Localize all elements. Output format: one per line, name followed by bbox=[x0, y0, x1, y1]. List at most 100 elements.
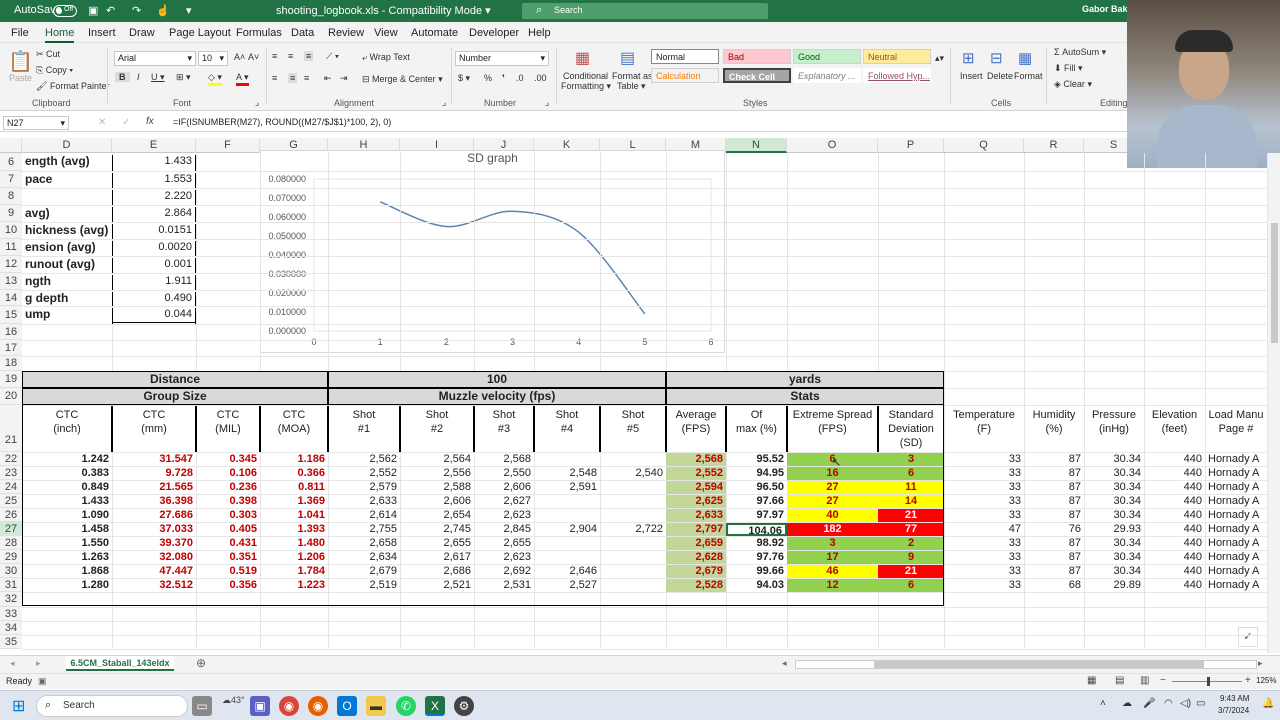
formula-input[interactable]: =IF(ISNUMBER(M27), ROUND((M27/$J$1)*100,… bbox=[173, 117, 391, 127]
data-cell[interactable]: 0.345 bbox=[196, 453, 260, 466]
data-cell[interactable]: 2,628 bbox=[666, 551, 726, 564]
data-cell[interactable]: Hornady A bbox=[1205, 467, 1267, 480]
redo-icon[interactable]: ↷ bbox=[132, 4, 141, 17]
active-cell[interactable]: 104.06 bbox=[726, 523, 787, 536]
data-cell[interactable]: 2,606 bbox=[474, 481, 534, 494]
data-cell[interactable]: 440 bbox=[1144, 551, 1205, 564]
data-cell[interactable]: 30.34 bbox=[1084, 453, 1144, 466]
windows-start-icon[interactable]: ⊞ bbox=[12, 696, 25, 716]
data-cell[interactable]: 2,797 bbox=[666, 523, 726, 536]
data-cell[interactable]: 2,552 bbox=[328, 467, 400, 480]
row-header-27[interactable]: 27 bbox=[0, 522, 22, 536]
tab-view[interactable]: View bbox=[374, 27, 398, 39]
data-cell[interactable]: 30.34 bbox=[1084, 551, 1144, 564]
data-cell[interactable]: 2,655 bbox=[400, 537, 474, 550]
chrome-icon[interactable]: ◉ bbox=[279, 696, 299, 716]
decrease-font-icon[interactable]: A˅ bbox=[248, 52, 259, 62]
data-cell[interactable]: 2,654 bbox=[400, 509, 474, 522]
data-cell[interactable]: Hornady A bbox=[1205, 509, 1267, 522]
data-cell[interactable]: 2,679 bbox=[328, 565, 400, 578]
data-cell[interactable]: 0.351 bbox=[196, 551, 260, 564]
data-cell[interactable]: 1.784 bbox=[260, 565, 328, 578]
data-cell[interactable] bbox=[600, 565, 666, 578]
insert-cells-icon[interactable]: ⊞ bbox=[962, 49, 975, 67]
data-cell[interactable]: 0.106 bbox=[196, 467, 260, 480]
whatsapp-icon[interactable]: ✆ bbox=[396, 696, 416, 716]
data-cell[interactable]: 1.369 bbox=[260, 495, 328, 508]
row-header-30[interactable]: 30 bbox=[0, 564, 22, 578]
data-cell[interactable]: 21 bbox=[878, 509, 944, 522]
data-cell[interactable]: 95.52 bbox=[726, 453, 787, 466]
data-cell[interactable]: 29.93 bbox=[1084, 523, 1144, 536]
column-label[interactable]: Pressure (inHg) bbox=[1084, 406, 1144, 452]
data-cell[interactable]: 2,591 bbox=[534, 481, 600, 494]
sheet-tab-active[interactable]: 6.5CM_Staball_143eldx bbox=[66, 656, 174, 671]
data-cell[interactable]: 2,606 bbox=[400, 495, 474, 508]
decrease-decimal-icon[interactable]: .00 bbox=[534, 73, 547, 83]
summary-label[interactable]: avg) bbox=[22, 207, 112, 222]
data-cell[interactable]: 0.383 bbox=[22, 467, 112, 480]
data-cell[interactable]: 31.547 bbox=[112, 453, 196, 466]
row-header-21[interactable]: 21 bbox=[0, 405, 22, 452]
column-label[interactable]: Shot #3 bbox=[474, 406, 534, 452]
data-cell[interactable]: 0.849 bbox=[22, 481, 112, 494]
column-label[interactable]: Elevation (feet) bbox=[1144, 406, 1205, 452]
data-cell[interactable]: 2,627 bbox=[474, 495, 534, 508]
data-cell[interactable]: 30.34 bbox=[1084, 467, 1144, 480]
data-cell[interactable]: 2,745 bbox=[400, 523, 474, 536]
add-sheet-icon[interactable]: ⊕ bbox=[196, 656, 206, 670]
weather-icon[interactable]: ☁43° bbox=[222, 695, 245, 706]
vertical-scrollbar[interactable] bbox=[1267, 153, 1280, 653]
orientation-icon[interactable]: ⟋ ▾ bbox=[326, 51, 339, 62]
data-cell[interactable]: 3 bbox=[787, 537, 878, 550]
formatting-label[interactable]: Formatting ▾ bbox=[561, 81, 611, 92]
column-header-f[interactable]: F bbox=[196, 138, 260, 153]
data-cell[interactable] bbox=[600, 579, 666, 592]
volume-icon[interactable]: ◁) bbox=[1180, 698, 1191, 709]
summary-label[interactable]: ension (avg) bbox=[22, 241, 112, 256]
data-cell[interactable]: 0.398 bbox=[196, 495, 260, 508]
column-header-o[interactable]: O bbox=[787, 138, 878, 153]
data-cell[interactable]: 30.34 bbox=[1084, 481, 1144, 494]
data-cell[interactable]: 0.366 bbox=[260, 467, 328, 480]
data-cell[interactable]: 2,755 bbox=[328, 523, 400, 536]
insert-cells-button[interactable]: Insert bbox=[960, 71, 983, 81]
data-cell[interactable]: 33 bbox=[944, 467, 1024, 480]
column-header-r[interactable]: R bbox=[1024, 138, 1084, 153]
row-header-9[interactable]: 9 bbox=[0, 205, 22, 222]
summary-label[interactable]: runout (avg) bbox=[22, 258, 112, 273]
alignment-launcher-icon[interactable]: ⌟ bbox=[442, 97, 446, 108]
bold-button[interactable]: B bbox=[115, 72, 130, 82]
data-cell[interactable]: 33 bbox=[944, 453, 1024, 466]
align-left-icon[interactable]: ≡ bbox=[272, 73, 277, 83]
data-cell[interactable]: 2,692 bbox=[474, 565, 534, 578]
data-cell[interactable]: 2,722 bbox=[600, 523, 666, 536]
data-cell[interactable]: 1.480 bbox=[260, 537, 328, 550]
data-cell[interactable]: 440 bbox=[1144, 523, 1205, 536]
row-header-32[interactable]: 32 bbox=[0, 592, 22, 607]
sheet-next-icon[interactable]: ▸ bbox=[36, 658, 41, 669]
merge-center-button[interactable]: ⊟ Merge & Center ▾ bbox=[362, 74, 443, 85]
summary-label[interactable]: pace bbox=[22, 173, 112, 188]
undo-icon[interactable]: ↶ bbox=[106, 4, 115, 17]
data-cell[interactable]: 1.041 bbox=[260, 509, 328, 522]
data-cell[interactable]: 9 bbox=[878, 551, 944, 564]
data-cell[interactable]: 6 bbox=[878, 467, 944, 480]
row-header-10[interactable]: 10 bbox=[0, 222, 22, 239]
data-cell[interactable]: 33 bbox=[944, 495, 1024, 508]
tab-formulas[interactable]: Formulas bbox=[236, 27, 282, 39]
hscroll-left-icon[interactable]: ◂ bbox=[782, 658, 787, 669]
data-cell[interactable]: 33 bbox=[944, 509, 1024, 522]
data-cell[interactable]: 2,614 bbox=[328, 509, 400, 522]
column-header-n[interactable]: N bbox=[726, 138, 787, 153]
vertical-scroll-thumb[interactable] bbox=[1271, 223, 1278, 343]
tab-automate[interactable]: Automate bbox=[411, 27, 458, 39]
column-label[interactable]: Shot #2 bbox=[400, 406, 474, 452]
data-cell[interactable]: 27 bbox=[787, 495, 878, 508]
data-cell[interactable]: 1.393 bbox=[260, 523, 328, 536]
data-cell[interactable]: 2,579 bbox=[328, 481, 400, 494]
data-cell[interactable]: 33 bbox=[944, 565, 1024, 578]
data-cell[interactable]: 2,633 bbox=[666, 509, 726, 522]
column-header-q[interactable]: Q bbox=[944, 138, 1024, 153]
excel-taskbar-icon[interactable]: X bbox=[425, 696, 445, 716]
